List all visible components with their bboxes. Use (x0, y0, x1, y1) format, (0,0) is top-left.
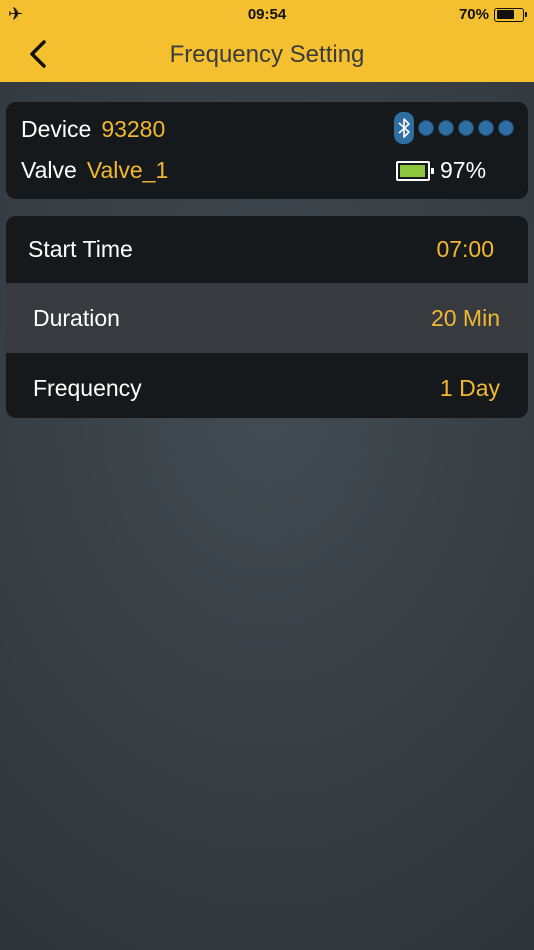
bluetooth-icon (394, 112, 414, 144)
signal-dot (498, 120, 514, 136)
status-battery-percent: 70% (458, 6, 489, 23)
signal-dot (458, 120, 474, 136)
signal-dot (478, 120, 494, 136)
device-row: Device 93280 (21, 116, 165, 143)
battery-fill (400, 164, 426, 177)
valve-row: Valve Valve_1 (21, 157, 168, 184)
battery-percent: 97% (440, 157, 487, 183)
signal-dot (418, 120, 434, 136)
page-title: Frequency Setting (169, 41, 365, 68)
status-time: 09:54 (247, 6, 287, 23)
duration-row[interactable]: Duration 20 Min (6, 283, 528, 353)
frequency-row[interactable]: Frequency 1 Day (6, 353, 528, 418)
battery-icon (396, 160, 434, 181)
frequency-label: Frequency (33, 375, 142, 401)
start-time-value: 07:00 (436, 236, 494, 262)
status-battery-icon (494, 7, 527, 22)
bluetooth-signal (394, 112, 514, 144)
start-time-row[interactable]: Start Time 07:00 (6, 216, 528, 283)
frequency-value: 1 Day (439, 375, 500, 401)
valve-label: Valve (21, 157, 77, 183)
status-battery-group: 70% (458, 6, 527, 23)
start-time-label: Start Time (28, 236, 133, 262)
signal-strength-dots (418, 120, 514, 136)
device-battery: 97% (396, 157, 486, 184)
frequency-settings-list: Start Time 07:00 Duration 20 Min Frequen… (6, 216, 528, 418)
duration-value: 20 Min (430, 305, 500, 331)
device-label: Device (21, 116, 92, 142)
device-info-card: Device 93280 Valve Valve_1 97% (6, 102, 528, 199)
status-battery-fill (496, 10, 514, 19)
device-id: 93280 (101, 116, 166, 142)
status-bar: ✈ 09:54 70% (0, 0, 534, 28)
duration-label: Duration (33, 305, 120, 331)
nav-bar: Frequency Setting (0, 28, 534, 82)
signal-dot (438, 120, 454, 136)
valve-name: Valve_1 (86, 157, 169, 183)
